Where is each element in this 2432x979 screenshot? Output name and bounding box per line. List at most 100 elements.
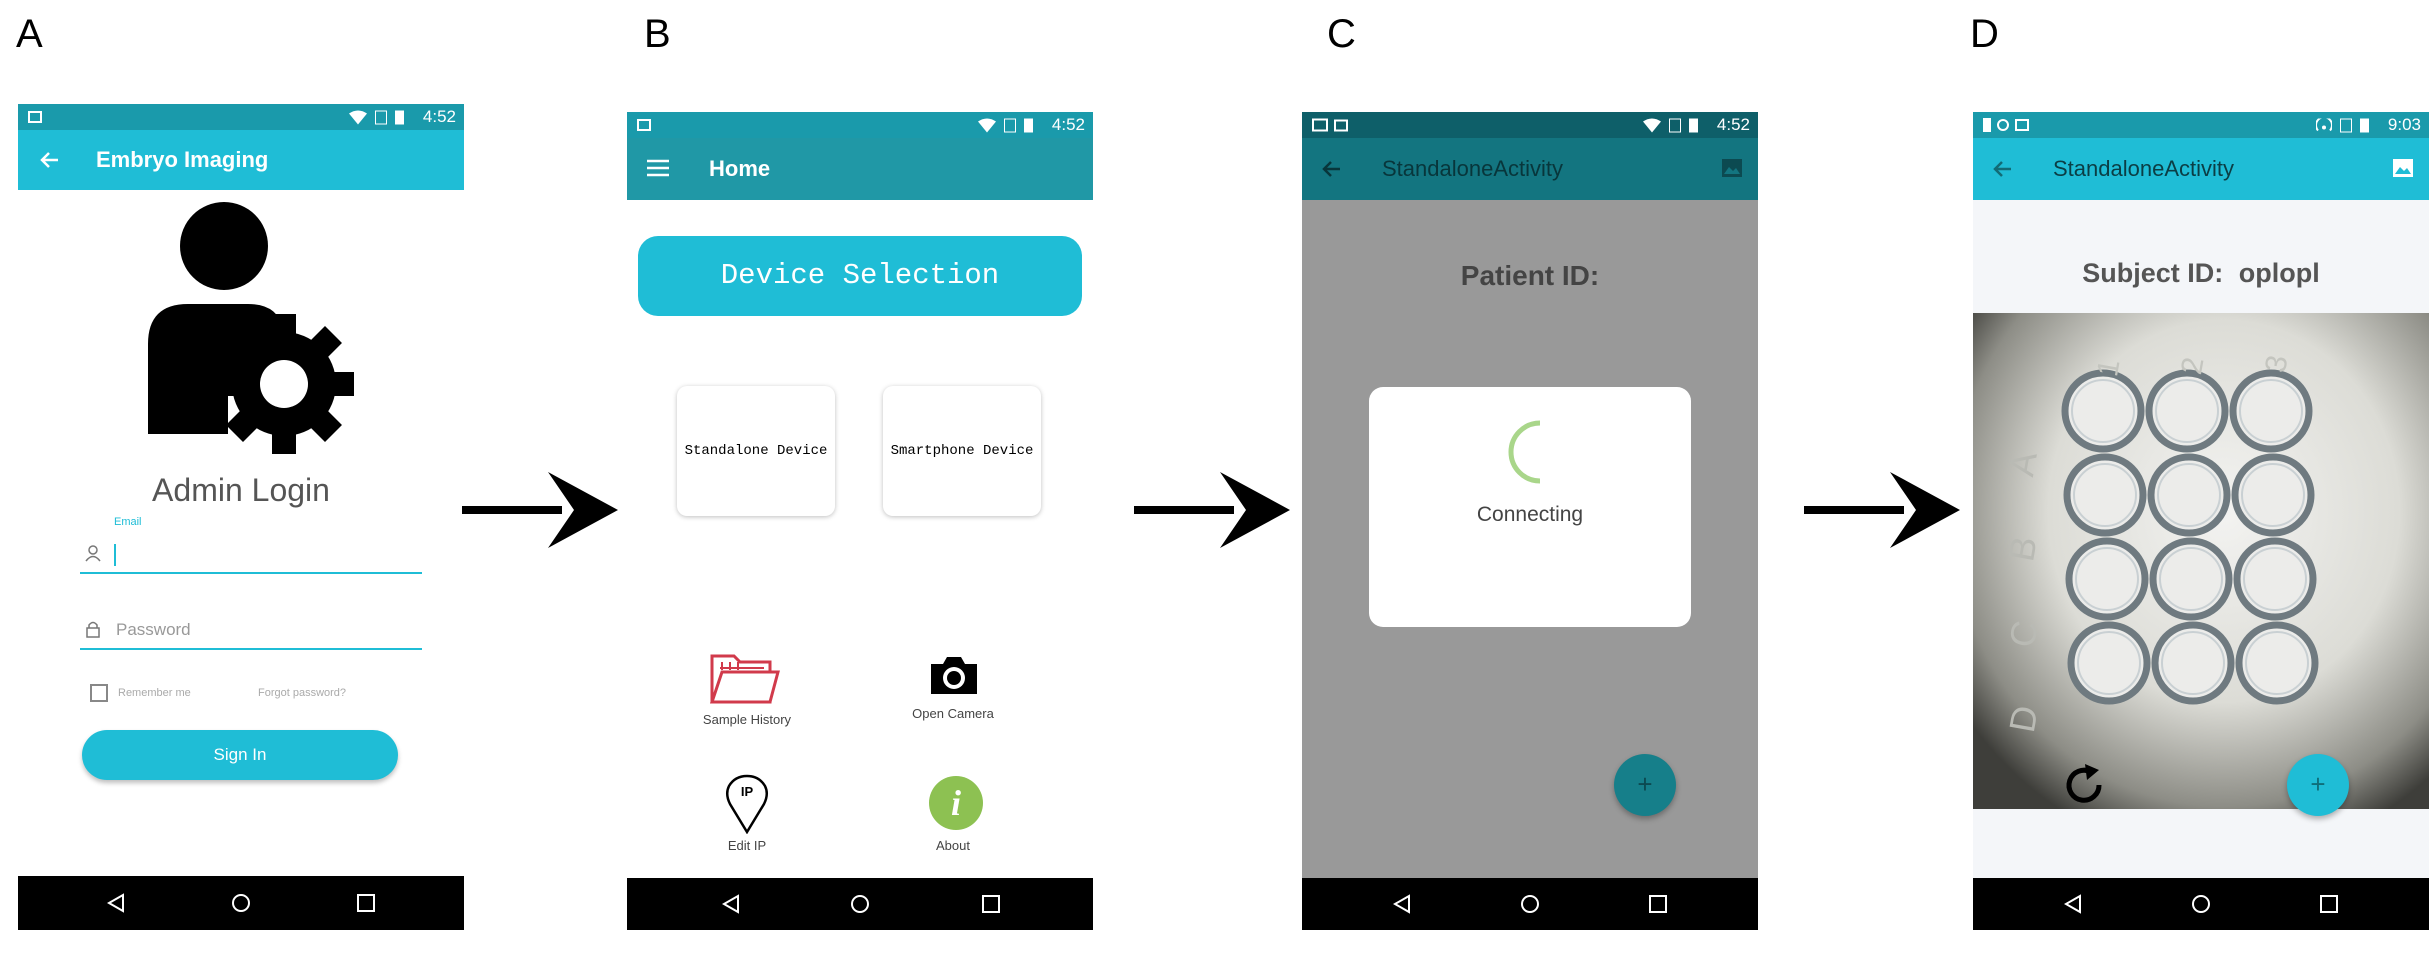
image-icon — [637, 119, 651, 131]
image-icon — [2015, 119, 2029, 131]
phone-screen-login: 4:52 Embryo Imaging Admin Login Email Pa… — [18, 104, 464, 930]
nav-back-icon[interactable] — [2063, 894, 2083, 914]
gallery-icon — [1312, 118, 1328, 132]
battery-saver-icon — [1983, 118, 1991, 132]
add-fab-label: + — [1637, 769, 1653, 799]
back-arrow-icon[interactable] — [1322, 159, 1342, 179]
back-arrow-icon[interactable] — [1993, 159, 2013, 179]
wifi-icon — [978, 118, 996, 132]
standalone-device-label: Standalone Device — [684, 443, 828, 459]
panel-label-c: C — [1327, 12, 1356, 56]
navigation-bar — [1973, 878, 2429, 930]
back-arrow-icon[interactable] — [40, 150, 60, 170]
hamburger-menu-icon[interactable] — [647, 159, 669, 177]
panel-label-a: A — [16, 12, 43, 56]
status-bar: 4:52 — [1302, 112, 1758, 138]
sample-history-label: Sample History — [702, 712, 792, 727]
battery-icon — [1024, 118, 1033, 133]
edit-ip-button[interactable]: IP Edit IP — [677, 774, 817, 854]
add-fab-label: + — [2310, 769, 2326, 799]
well-row-label: C — [2001, 617, 2046, 651]
app-bar: StandaloneActivity — [1973, 138, 2429, 200]
flow-arrow-icon — [1134, 472, 1290, 548]
about-button[interactable]: i About — [883, 776, 1023, 856]
status-bar: 9:03 — [1973, 112, 2429, 138]
nav-back-icon[interactable] — [106, 893, 126, 913]
patient-id-label: Patient ID: — [1460, 260, 1600, 291]
nav-recents-icon[interactable] — [982, 895, 1000, 913]
well-col-label: 2 — [2175, 354, 2211, 377]
nav-recents-icon[interactable] — [357, 894, 375, 912]
subject-id-row: Subject ID: oplopl — [1973, 258, 2429, 289]
email-label: Email — [114, 516, 142, 528]
flow-arrow-icon — [1804, 472, 1960, 548]
panel-label-d: D — [1970, 12, 1999, 56]
signal-icon — [2340, 118, 2352, 132]
remember-me-checkbox[interactable] — [90, 684, 108, 702]
phone-screen-capture: 9:03 StandaloneActivity Subject ID: oplo… — [1973, 112, 2429, 930]
admin-gear-icon — [148, 202, 354, 454]
device-selection-label: Device Selection — [720, 259, 1000, 292]
signal-icon — [1669, 118, 1681, 132]
location-pin-icon — [726, 774, 768, 834]
login-heading: Admin Login — [152, 472, 330, 508]
app-bar: Embryo Imaging — [18, 130, 464, 190]
well-col-label: 3 — [2259, 352, 2295, 375]
standalone-device-card[interactable]: Standalone Device — [677, 386, 835, 516]
flow-arrow-icon — [462, 472, 618, 548]
nav-back-icon[interactable] — [1392, 894, 1412, 914]
add-fab-button[interactable]: + — [1614, 754, 1676, 816]
phone-screen-home: 4:52 Home Device Selection Standalone De… — [627, 112, 1093, 930]
add-fab-button[interactable]: + — [2287, 754, 2349, 816]
app-bar: StandaloneActivity — [1302, 138, 1758, 200]
device-selection-button[interactable]: Device Selection — [638, 236, 1082, 316]
battery-icon — [2360, 118, 2369, 133]
connecting-dialog: Connecting — [1369, 387, 1691, 627]
data-sync-icon — [1997, 119, 2009, 131]
subject-id-value: oplopl — [2238, 258, 2320, 288]
open-camera-button[interactable]: Open Camera — [883, 652, 1023, 726]
wifi-icon — [1643, 118, 1661, 132]
well-row-label: D — [2001, 702, 2046, 736]
image-icon — [28, 111, 42, 123]
hotspot-icon — [2316, 118, 2332, 131]
nav-home-icon[interactable] — [1520, 894, 1540, 914]
navigation-bar — [18, 876, 464, 930]
well-row-label: B — [2000, 533, 2045, 565]
sample-history-button[interactable]: Sample History — [677, 648, 817, 728]
sign-in-button[interactable]: Sign In — [82, 730, 398, 780]
forgot-password-link[interactable]: Forgot password? — [258, 687, 346, 699]
app-bar: Home — [627, 138, 1093, 200]
nav-recents-icon[interactable] — [2320, 895, 2338, 913]
battery-icon — [1689, 118, 1698, 133]
connecting-label: Connecting — [1476, 503, 1584, 526]
email-field[interactable] — [80, 534, 422, 574]
status-time: 9:03 — [2387, 115, 2421, 134]
image-icon[interactable] — [1722, 159, 1742, 177]
app-bar-title: StandaloneActivity — [2053, 156, 2234, 181]
password-field[interactable]: Password — [80, 610, 422, 650]
app-bar-title: Embryo Imaging — [96, 147, 269, 172]
smartphone-device-label: Smartphone Device — [890, 443, 1034, 459]
panel-label-b: B — [644, 12, 671, 56]
nav-home-icon[interactable] — [850, 894, 870, 914]
status-bar: 4:52 — [18, 104, 464, 130]
status-time: 4:52 — [422, 107, 456, 126]
edit-ip-label: Edit IP — [727, 838, 767, 853]
about-label: About — [936, 838, 970, 853]
signal-icon — [375, 110, 387, 124]
app-bar-title: StandaloneActivity — [1382, 156, 1563, 181]
nav-back-icon[interactable] — [721, 894, 741, 914]
image-icon[interactable] — [2393, 159, 2413, 177]
status-time: 4:52 — [1716, 115, 1750, 134]
nav-home-icon[interactable] — [231, 893, 251, 913]
smartphone-device-card[interactable]: Smartphone Device — [883, 386, 1041, 516]
nav-recents-icon[interactable] — [1649, 895, 1667, 913]
folder-icon — [710, 654, 780, 704]
navigation-bar — [1302, 878, 1758, 930]
refresh-icon[interactable] — [2059, 760, 2109, 810]
image-icon — [1334, 119, 1348, 131]
info-icon-glyph: i — [950, 783, 961, 823]
signal-icon — [1004, 118, 1016, 132]
nav-home-icon[interactable] — [2191, 894, 2211, 914]
